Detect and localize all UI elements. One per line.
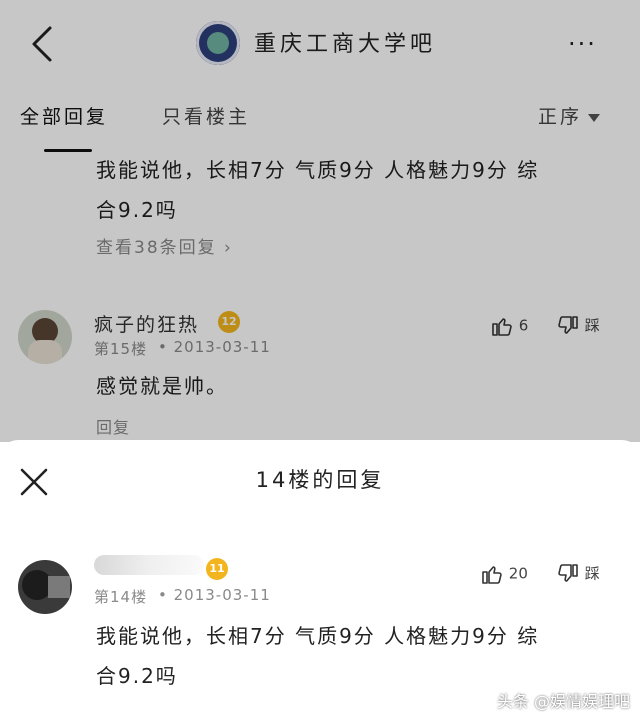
thumbs-down-icon bbox=[558, 564, 578, 582]
dislike-button[interactable]: 踩 bbox=[556, 562, 600, 586]
dim-overlay[interactable] bbox=[0, 0, 640, 442]
dislike-label: 踩 bbox=[584, 564, 600, 583]
level-badge: 11 bbox=[206, 558, 228, 580]
sheet-title: 14楼的回复 bbox=[255, 468, 385, 492]
reply-sheet: 14楼的回复 11 第14楼 • 2013-03-11 20 踩 我能说他，长相… bbox=[0, 440, 640, 722]
blurred-username[interactable] bbox=[94, 555, 204, 575]
watermark: 头条 @娱情娱理吧 bbox=[496, 692, 630, 711]
like-count: 20 bbox=[508, 564, 528, 583]
reply-text-line: 我能说他，长相7分 气质9分 人格魅力9分 综 bbox=[96, 624, 540, 648]
floor-number: 第14楼 bbox=[94, 588, 148, 606]
post-date: • 2013-03-11 bbox=[158, 586, 271, 604]
like-button[interactable]: 20 bbox=[480, 562, 528, 586]
avatar[interactable] bbox=[18, 560, 72, 614]
thumbs-up-icon bbox=[482, 566, 502, 584]
